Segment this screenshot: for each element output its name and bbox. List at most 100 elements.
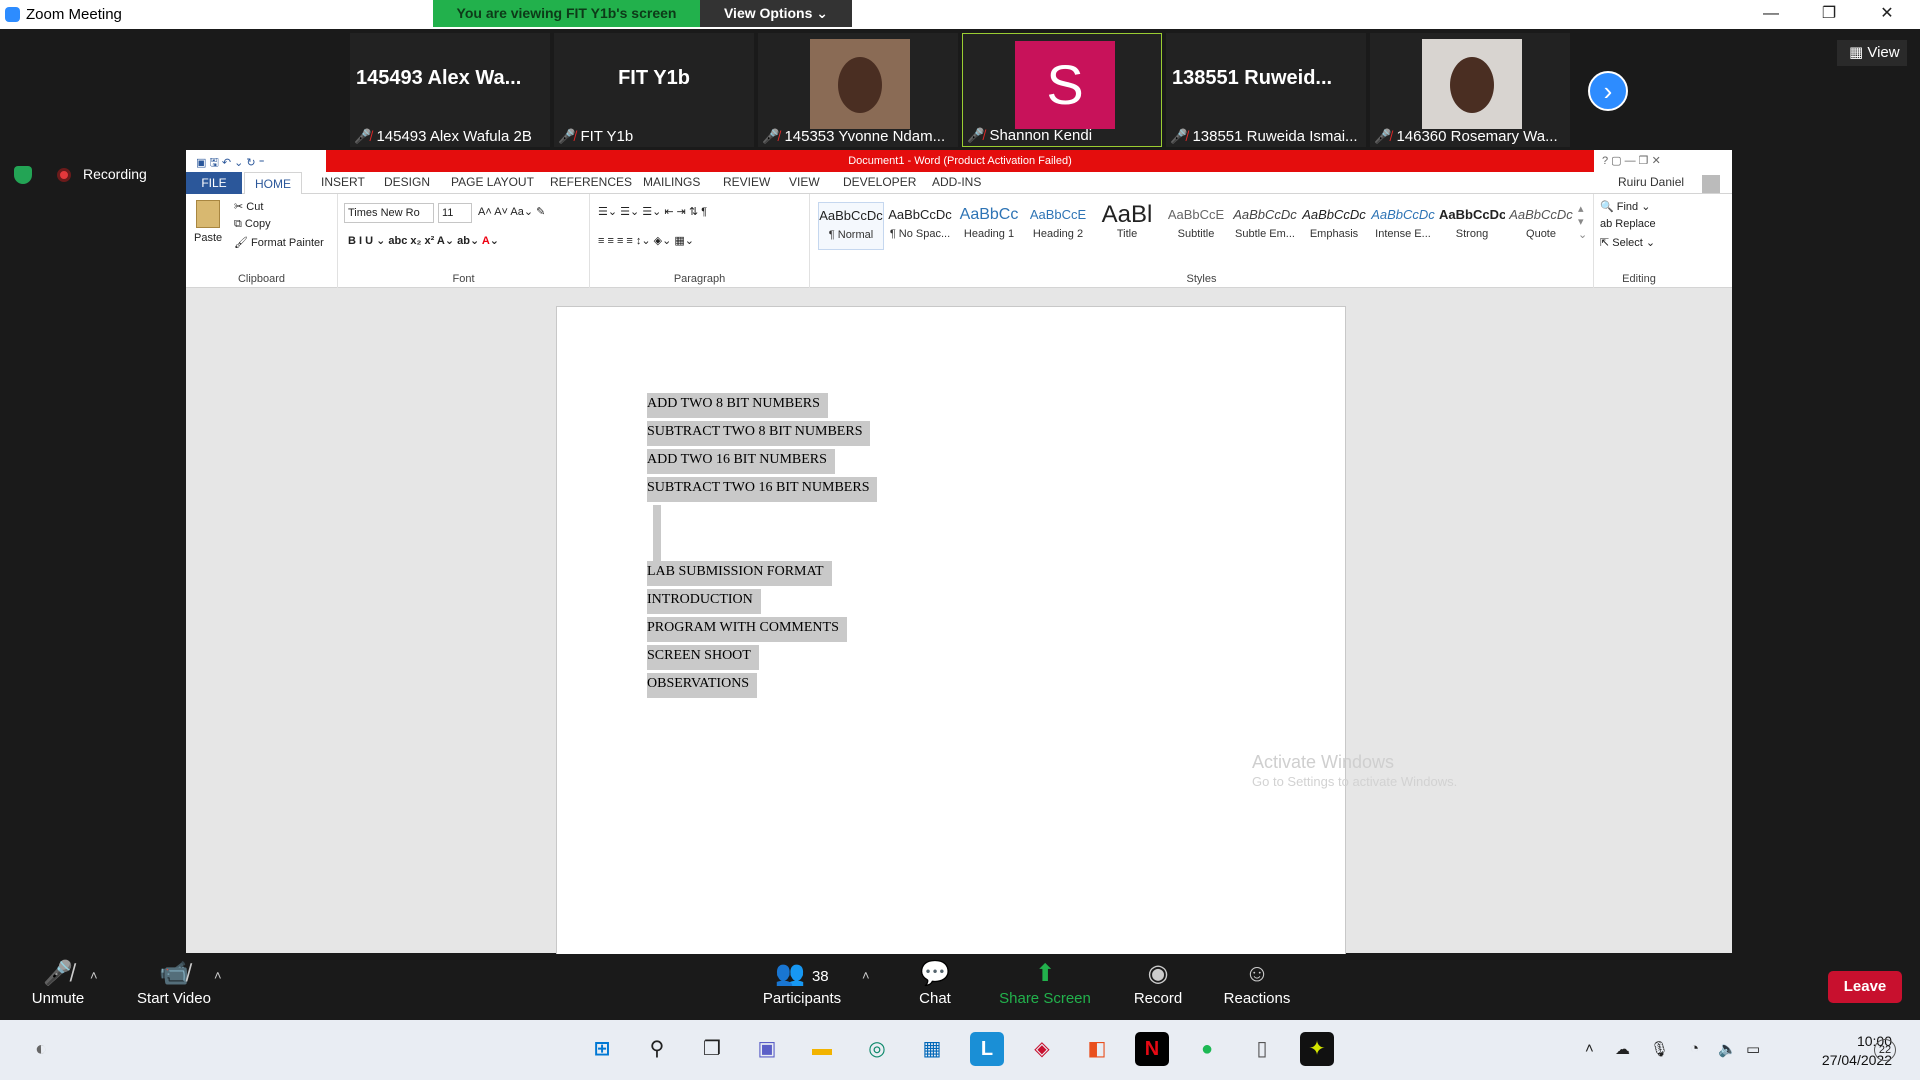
tab-view[interactable]: VIEW: [789, 175, 820, 189]
doc-line[interactable]: SCREEN SHOOT: [647, 645, 759, 670]
style-title[interactable]: AaBl Title: [1094, 202, 1160, 250]
participant-tile[interactable]: 🎤̸ 145353 Yvonne Ndam...: [758, 33, 958, 147]
alignment-buttons[interactable]: ≡ ≡ ≡ ≡ ↕⌄ ◈⌄ ▦⌄: [598, 234, 694, 247]
participant-tile[interactable]: 145493 Alex Wa... 🎤̸ 145493 Alex Wafula 2…: [350, 33, 550, 147]
format-painter-button[interactable]: 🖌 Format Painter: [234, 236, 324, 249]
teams-chat-icon[interactable]: ▣: [750, 1032, 784, 1066]
doc-line[interactable]: OBSERVATIONS: [647, 673, 758, 698]
sticky-app-icon[interactable]: ✦: [1300, 1032, 1334, 1066]
unmute-button[interactable]: 🎤̸ Unmute: [8, 954, 108, 1020]
spotify-icon[interactable]: ●: [1190, 1032, 1224, 1066]
view-layout-button[interactable]: ▦ View: [1837, 40, 1907, 66]
restore-button[interactable]: ❐: [1800, 0, 1858, 29]
style-heading-2[interactable]: AaBbCcE Heading 2: [1025, 202, 1091, 250]
participant-tile[interactable]: 138551 Ruweid... 🎤̸ 138551 Ruweida Ismai.…: [1166, 33, 1366, 147]
style-strong[interactable]: AaBbCcDc Strong: [1439, 202, 1505, 250]
tab-insert[interactable]: INSERT: [321, 175, 365, 189]
participant-tile[interactable]: FIT Y1b 🎤̸ FIT Y1b: [554, 33, 754, 147]
tab-review[interactable]: REVIEW: [723, 175, 770, 189]
task-view-icon[interactable]: ❐: [695, 1032, 729, 1066]
style-subtle-emphasis[interactable]: AaBbCcDc Subtle Em...: [1232, 202, 1298, 250]
style-no-spacing[interactable]: AaBbCcDc ¶ No Spac...: [887, 202, 953, 250]
paste-button[interactable]: Paste: [194, 232, 222, 244]
minimize-button[interactable]: —: [1742, 0, 1800, 29]
view-options-button[interactable]: View Options ⌄: [700, 0, 852, 27]
doc-line[interactable]: ADD TWO 8 BIT NUMBERS: [647, 393, 828, 418]
paste-icon[interactable]: [196, 200, 220, 228]
replace-button[interactable]: ab Replace: [1600, 218, 1656, 230]
doc-line[interactable]: SUBTRACT TWO 16 BIT NUMBERS: [647, 477, 878, 502]
tab-add-ins[interactable]: ADD-INS: [932, 175, 981, 189]
quick-access-toolbar[interactable]: ▣ 🖫 ↶ ⌄ ↻ ⁼: [196, 154, 265, 173]
chat-button[interactable]: 💬 Chat: [885, 954, 985, 1020]
battery-icon[interactable]: ▭: [1746, 1040, 1760, 1058]
wifi-icon[interactable]: ◔: [1690, 1040, 1699, 1057]
tab-references[interactable]: REFERENCES: [550, 175, 632, 189]
edge-browser-icon[interactable]: ◎: [860, 1032, 894, 1066]
close-button[interactable]: ✕: [1858, 0, 1916, 29]
word-window-controls[interactable]: ? ▢ — ❐ ✕: [1602, 154, 1661, 167]
style-heading-1[interactable]: AaBbCc Heading 1: [956, 202, 1022, 250]
tab-page-layout[interactable]: PAGE LAYOUT: [451, 175, 534, 189]
notification-badge[interactable]: 22: [1874, 1039, 1896, 1061]
mcafee-icon[interactable]: ◈: [1025, 1032, 1059, 1066]
style-intense-emphasis[interactable]: AaBbCcDc Intense E...: [1370, 202, 1436, 250]
font-format-buttons[interactable]: B I U ⌄ abc x₂ x² A⌄ ab⌄ A⌄: [348, 234, 499, 247]
record-button[interactable]: ◉ Record: [1108, 954, 1208, 1020]
start-video-button[interactable]: 📹̸ Start Video: [124, 954, 224, 1020]
select-button[interactable]: ⇱ Select ⌄: [1600, 236, 1655, 249]
style-emphasis[interactable]: AaBbCcDc Emphasis: [1301, 202, 1367, 250]
onedrive-icon[interactable]: ☁: [1615, 1040, 1630, 1058]
recording-label[interactable]: Recording: [83, 166, 147, 182]
signed-in-user[interactable]: Ruiru Daniel: [1618, 175, 1684, 189]
file-explorer-icon[interactable]: ▬: [805, 1032, 839, 1066]
doc-line[interactable]: PROGRAM WITH COMMENTS: [647, 617, 847, 642]
encryption-shield-icon[interactable]: [14, 166, 32, 184]
start-menu-icon[interactable]: ⊞: [585, 1032, 619, 1066]
reactions-button[interactable]: ☺ Reactions: [1207, 954, 1307, 1020]
list-indent-buttons[interactable]: ☰⌄ ☰⌄ ☰⌄ ⇤ ⇥ ⇅ ¶: [598, 205, 707, 218]
microsoft-store-icon[interactable]: ▦: [915, 1032, 949, 1066]
style-quote[interactable]: AaBbCcDc Quote: [1508, 202, 1574, 250]
netflix-icon[interactable]: N: [1135, 1032, 1169, 1066]
next-page-arrow-icon[interactable]: ›: [1588, 71, 1628, 111]
tray-overflow-icon[interactable]: ˄: [1585, 1040, 1594, 1057]
audio-options-chevron-icon[interactable]: ˄: [90, 968, 98, 983]
copy-button[interactable]: ⧉ Copy: [234, 218, 271, 231]
grow-shrink-case-buttons[interactable]: A˄ A˅ Aa⌄ ✎: [478, 205, 545, 218]
doc-line-empty[interactable]: [653, 505, 661, 563]
participants-options-chevron-icon[interactable]: ˄: [862, 968, 870, 983]
document-page[interactable]: ADD TWO 8 BIT NUMBERS SUBTRACT TWO 8 BIT…: [556, 306, 1346, 966]
style-subtitle[interactable]: AaBbCcE Subtitle: [1163, 202, 1229, 250]
font-name-dropdown[interactable]: Times New Ro: [344, 203, 434, 223]
find-button[interactable]: 🔍 Find ⌄: [1600, 200, 1650, 213]
font-size-dropdown[interactable]: 11: [438, 203, 472, 223]
notepad-icon[interactable]: ▯: [1245, 1032, 1279, 1066]
doc-line[interactable]: INTRODUCTION: [647, 589, 761, 614]
leave-button[interactable]: Leave: [1828, 971, 1902, 1003]
participant-tile-active-speaker[interactable]: S 🎤̸ Shannon Kendi: [962, 33, 1162, 147]
cut-button[interactable]: ✂ Cut: [234, 200, 263, 213]
microphone-tray-icon[interactable]: 🎙: [1650, 1040, 1669, 1058]
participant-tile[interactable]: 🎤̸ 146360 Rosemary Wa...: [1370, 33, 1570, 147]
doc-line[interactable]: LAB SUBMISSION FORMAT: [647, 561, 832, 586]
search-icon[interactable]: ⚲: [640, 1032, 674, 1066]
participants-button[interactable]: 👥 38 Participants: [752, 954, 852, 1020]
tab-developer[interactable]: DEVELOPER: [843, 175, 916, 189]
doc-line[interactable]: SUBTRACT TWO 8 BIT NUMBERS: [647, 421, 871, 446]
muted-mic-icon: 🎤̸: [354, 128, 372, 144]
tab-home[interactable]: HOME: [244, 172, 302, 195]
widgets-icon[interactable]: ◐: [24, 1032, 58, 1066]
tab-design[interactable]: DESIGN: [384, 175, 430, 189]
doc-line[interactable]: ADD TWO 16 BIT NUMBERS: [647, 449, 835, 474]
style-normal[interactable]: AaBbCcDc ¶ Normal: [818, 202, 884, 250]
user-avatar[interactable]: [1702, 175, 1720, 193]
office-icon[interactable]: ◧: [1080, 1032, 1114, 1066]
tab-mailings[interactable]: MAILINGS: [643, 175, 700, 189]
styles-scroll-icon[interactable]: ▴ ▾ ⌄: [1578, 202, 1587, 241]
video-options-chevron-icon[interactable]: ˄: [214, 968, 222, 983]
lens-app-icon[interactable]: L: [970, 1032, 1004, 1066]
share-screen-button[interactable]: ⬆ Share Screen: [995, 954, 1095, 1020]
tab-file[interactable]: FILE: [186, 172, 242, 194]
volume-icon[interactable]: 🔈: [1718, 1040, 1737, 1058]
